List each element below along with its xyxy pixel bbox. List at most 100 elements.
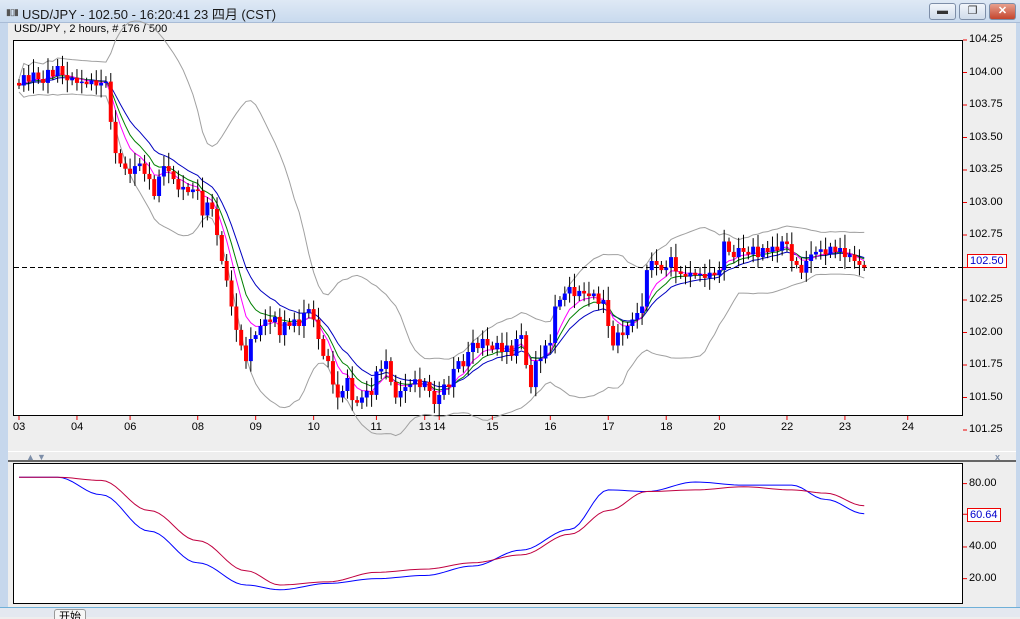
candle-body [200, 190, 205, 216]
candle-body [398, 391, 403, 398]
candle-body [84, 81, 89, 85]
time-axis-label: 18 [660, 421, 673, 433]
candle-body [471, 342, 476, 352]
candle-body [437, 394, 442, 404]
candle-body [277, 316, 282, 336]
candle-body [166, 166, 171, 172]
pane-up-icon[interactable]: ▲ [26, 452, 35, 462]
candle-body [263, 319, 268, 326]
candle-body [456, 361, 461, 369]
candle-body [596, 293, 601, 304]
candle-body [770, 246, 775, 252]
candle-body [640, 306, 645, 313]
candle-body [244, 345, 249, 362]
candle-body [272, 316, 277, 323]
candle-body [572, 287, 577, 297]
time-axis-label: 14 [433, 421, 446, 433]
candle-body [21, 75, 26, 86]
candle-body [664, 267, 669, 271]
candle-body [625, 326, 630, 336]
candle-body [79, 81, 84, 84]
candle-body [132, 166, 137, 174]
candle-body [799, 264, 804, 273]
candle-body [364, 391, 369, 398]
candle-body [533, 361, 538, 388]
candle-body [60, 66, 65, 76]
ma-slow-line [18, 77, 865, 388]
candle-body [553, 306, 558, 343]
candle-body [731, 251, 736, 258]
candle-body [755, 246, 760, 258]
candle-body [176, 179, 181, 190]
pane-down-icon[interactable]: ▼ [37, 452, 46, 462]
pane-separator[interactable] [8, 451, 1016, 462]
candle-body [673, 257, 678, 272]
candle-body [152, 179, 157, 196]
candle-body [99, 82, 104, 86]
candle-body [379, 368, 384, 372]
candle-body [669, 257, 674, 268]
oscillator-axis-label: 80.00 [969, 476, 997, 489]
candle-body [340, 391, 345, 398]
time-axis-label: 20 [713, 421, 726, 433]
candle-body [823, 249, 828, 255]
candle-body [591, 293, 596, 297]
candle-body [500, 342, 504, 352]
price-axis-label: 103.75 [969, 98, 1003, 110]
candle-body [649, 261, 654, 271]
candle-body [417, 379, 422, 388]
candle-body [432, 391, 437, 404]
candle-body [190, 189, 195, 193]
candle-body [741, 248, 746, 252]
oscillator-signal-line [19, 476, 865, 586]
candle-body [45, 69, 50, 83]
candle-body [205, 202, 210, 216]
candle-body [113, 121, 118, 154]
ma-fast-line [18, 73, 865, 393]
price-axis-label: 103.00 [969, 195, 1003, 208]
time-axis-label: 11 [370, 421, 382, 433]
candle-body [442, 384, 447, 395]
candle-body [842, 248, 847, 258]
price-axis-label: 101.75 [969, 358, 1003, 370]
candle-body [620, 332, 625, 336]
candle-body [727, 241, 732, 252]
candle-body [108, 81, 113, 122]
candle-body [210, 202, 215, 209]
candle-body [654, 261, 659, 265]
candle-body [186, 186, 191, 193]
candle-body [548, 342, 553, 346]
price-axis-label: 102.75 [969, 228, 1003, 240]
candle-body [89, 80, 94, 85]
candle-body [26, 75, 31, 82]
candle-body [678, 271, 683, 274]
candle-body [828, 246, 833, 255]
candle-body [490, 345, 495, 350]
candle-body [128, 168, 133, 174]
candle-body [234, 306, 239, 330]
candle-body [606, 300, 611, 326]
candle-body [403, 387, 408, 391]
pane-close-icon[interactable]: x [995, 452, 1000, 462]
candle-body [765, 248, 770, 252]
candle-body [809, 254, 814, 261]
candle-body [335, 384, 340, 398]
candle-body [577, 290, 582, 297]
candle-body [635, 313, 640, 320]
candle-body [702, 274, 707, 278]
current-oscillator-label: 60.64 [967, 508, 1001, 522]
oscillator-main-line [19, 476, 865, 591]
price-axis-label: 102.00 [969, 325, 1003, 338]
candle-body [852, 254, 857, 261]
candle-body [355, 400, 360, 403]
price-axis-label: 104.25 [969, 33, 1003, 45]
candle-body [224, 261, 229, 281]
candle-body [258, 326, 263, 336]
tab-start[interactable]: 开始 [54, 609, 86, 619]
price-axis-label: 103.25 [969, 163, 1003, 175]
candle-body [350, 378, 355, 401]
candle-body [359, 397, 364, 403]
candle-body [326, 355, 331, 362]
candle-body [562, 293, 567, 300]
candle-body [519, 335, 524, 339]
